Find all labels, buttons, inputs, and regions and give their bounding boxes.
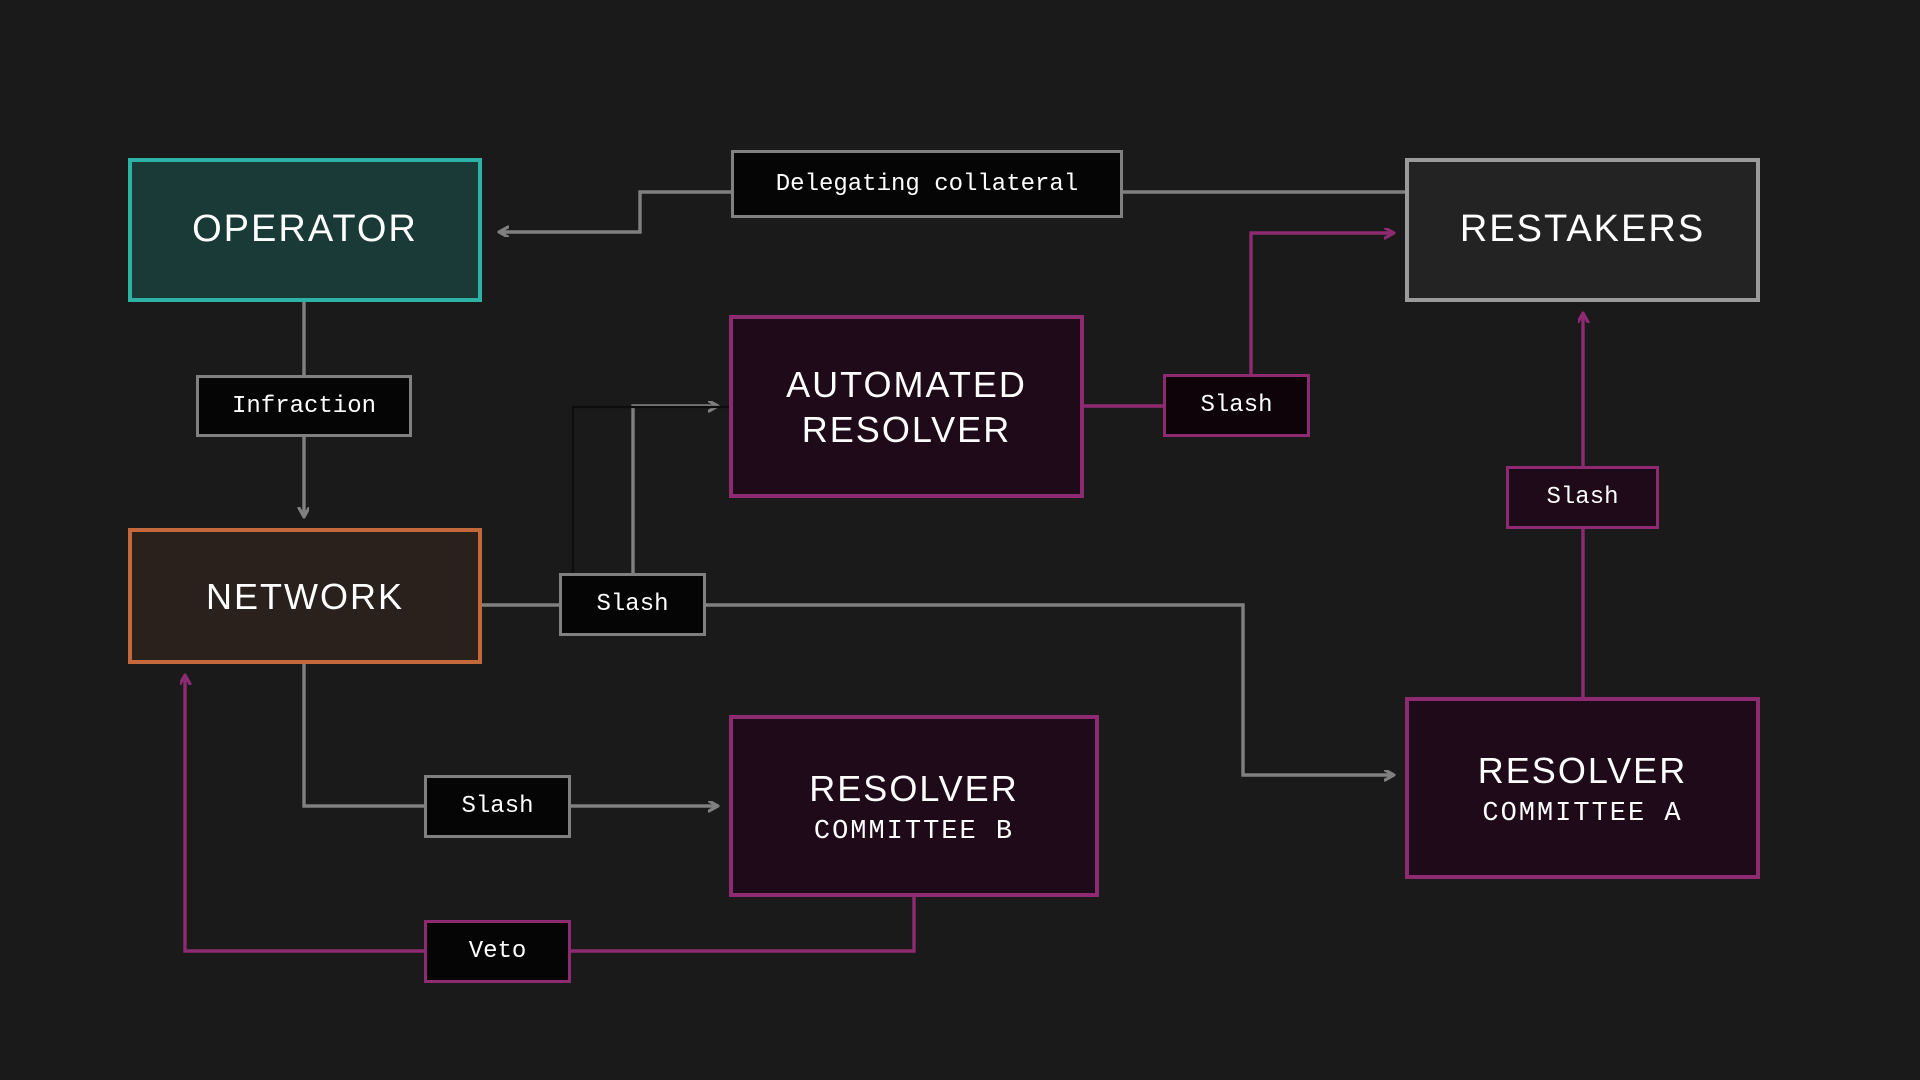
node-resolver-committee-a[interactable]: RESOLVER COMMITTEE A bbox=[1405, 697, 1760, 879]
node-resolver-committee-b[interactable]: RESOLVER COMMITTEE B bbox=[729, 715, 1099, 897]
node-resolver-committee-a-subtitle: COMMITTEE A bbox=[1482, 798, 1683, 829]
node-restakers[interactable]: RESTAKERS bbox=[1405, 158, 1760, 302]
edge-label-slash-network-bottom[interactable]: Slash bbox=[424, 775, 571, 838]
node-network-title: NETWORK bbox=[206, 575, 404, 617]
edge-label-delegating-collateral[interactable]: Delegating collateral bbox=[731, 150, 1123, 218]
node-resolver-committee-b-subtitle: COMMITTEE B bbox=[813, 816, 1015, 847]
node-network[interactable]: NETWORK bbox=[128, 528, 482, 664]
edge-label-veto[interactable]: Veto bbox=[424, 920, 571, 983]
node-automated-resolver-title: AUTOMATED RESOLVER bbox=[786, 363, 1027, 450]
diagram-canvas: OPERATOR RESTAKERS NETWORK AUTOMATED RES… bbox=[0, 0, 1920, 1080]
edge-collateral-to-operator bbox=[500, 190, 731, 232]
edge-label-slash-committee-a[interactable]: Slash bbox=[1506, 466, 1659, 529]
node-operator[interactable]: OPERATOR bbox=[128, 158, 482, 302]
edge-network-to-slash-bottom bbox=[302, 664, 424, 808]
node-automated-resolver[interactable]: AUTOMATED RESOLVER bbox=[729, 315, 1084, 498]
node-resolver-committee-a-title: RESOLVER bbox=[1477, 749, 1688, 791]
node-restakers-title: RESTAKERS bbox=[1459, 208, 1706, 251]
edge-label-slash-automated-resolver[interactable]: Slash bbox=[1163, 374, 1310, 437]
edge-committee-b-to-veto bbox=[571, 897, 916, 953]
edge-label-infraction[interactable]: Infraction bbox=[196, 375, 412, 437]
node-operator-title: OPERATOR bbox=[192, 208, 418, 251]
edge-label-slash-network-top[interactable]: Slash bbox=[559, 573, 706, 636]
node-resolver-committee-b-title: RESOLVER bbox=[809, 767, 1019, 809]
edge-slash-top-to-automated-resolver bbox=[631, 406, 717, 573]
